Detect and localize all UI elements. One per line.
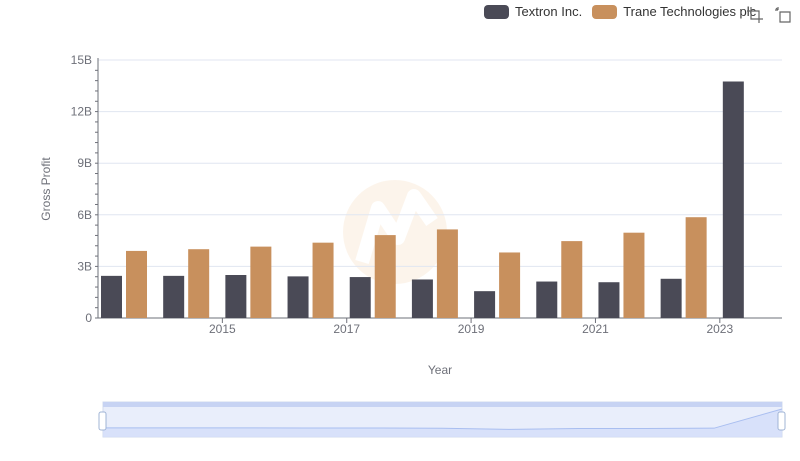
- bar-chart: 0 3B 6B 9B 12B 15B 2015 2017 2019 2021 2023 Year G…: [39, 53, 786, 438]
- bar-trane-2020[interactable]: [499, 252, 521, 318]
- bar-textron-2023[interactable]: [660, 278, 682, 318]
- x-tick-label: 2017: [333, 322, 360, 336]
- bar-trane-2014[interactable]: [126, 250, 147, 318]
- bar-textron-2024[interactable]: [722, 81, 744, 319]
- bar-trane-2016[interactable]: [250, 246, 272, 318]
- bar-textron-2015[interactable]: [163, 275, 185, 318]
- y-tick-label: 12B: [71, 105, 92, 119]
- x-tick-label: 2021: [582, 322, 609, 336]
- bar-trane-2021[interactable]: [561, 241, 583, 318]
- bar-textron-2014[interactable]: [101, 275, 122, 318]
- x-axis-title: Year: [428, 363, 452, 377]
- bar-trane-2023[interactable]: [685, 217, 707, 318]
- bar-textron-2020[interactable]: [474, 291, 496, 318]
- bar-textron-2022[interactable]: [598, 282, 620, 318]
- zoom-handle-right[interactable]: [777, 411, 786, 431]
- bar-textron-2018[interactable]: [349, 277, 371, 318]
- bar-trane-2018[interactable]: [374, 235, 396, 318]
- y-tick-label: 9B: [77, 156, 92, 170]
- y-tick-label: 3B: [77, 259, 92, 273]
- x-tick-label: 2023: [706, 322, 733, 336]
- bar-textron-2019[interactable]: [411, 279, 433, 318]
- bar-trane-2019[interactable]: [436, 229, 458, 318]
- y-tick-label: 0: [85, 311, 92, 325]
- y-axis-title: Gross Profit: [39, 157, 53, 221]
- bar-textron-2017[interactable]: [287, 276, 309, 318]
- y-tick-label: 15B: [71, 53, 92, 67]
- y-tick-label: 6B: [77, 208, 92, 222]
- zoom-handle-left[interactable]: [98, 411, 107, 431]
- bar-textron-2016[interactable]: [225, 275, 247, 318]
- x-tick-label: 2019: [458, 322, 485, 336]
- bar-textron-2021[interactable]: [536, 281, 558, 318]
- bar-trane-2022[interactable]: [623, 232, 645, 318]
- data-zoom-slider[interactable]: [98, 401, 786, 438]
- bar-trane-2015[interactable]: [188, 249, 210, 318]
- x-tick-label: 2015: [209, 322, 236, 336]
- zoom-handle-bar[interactable]: [103, 402, 782, 407]
- bar-trane-2017[interactable]: [312, 242, 334, 318]
